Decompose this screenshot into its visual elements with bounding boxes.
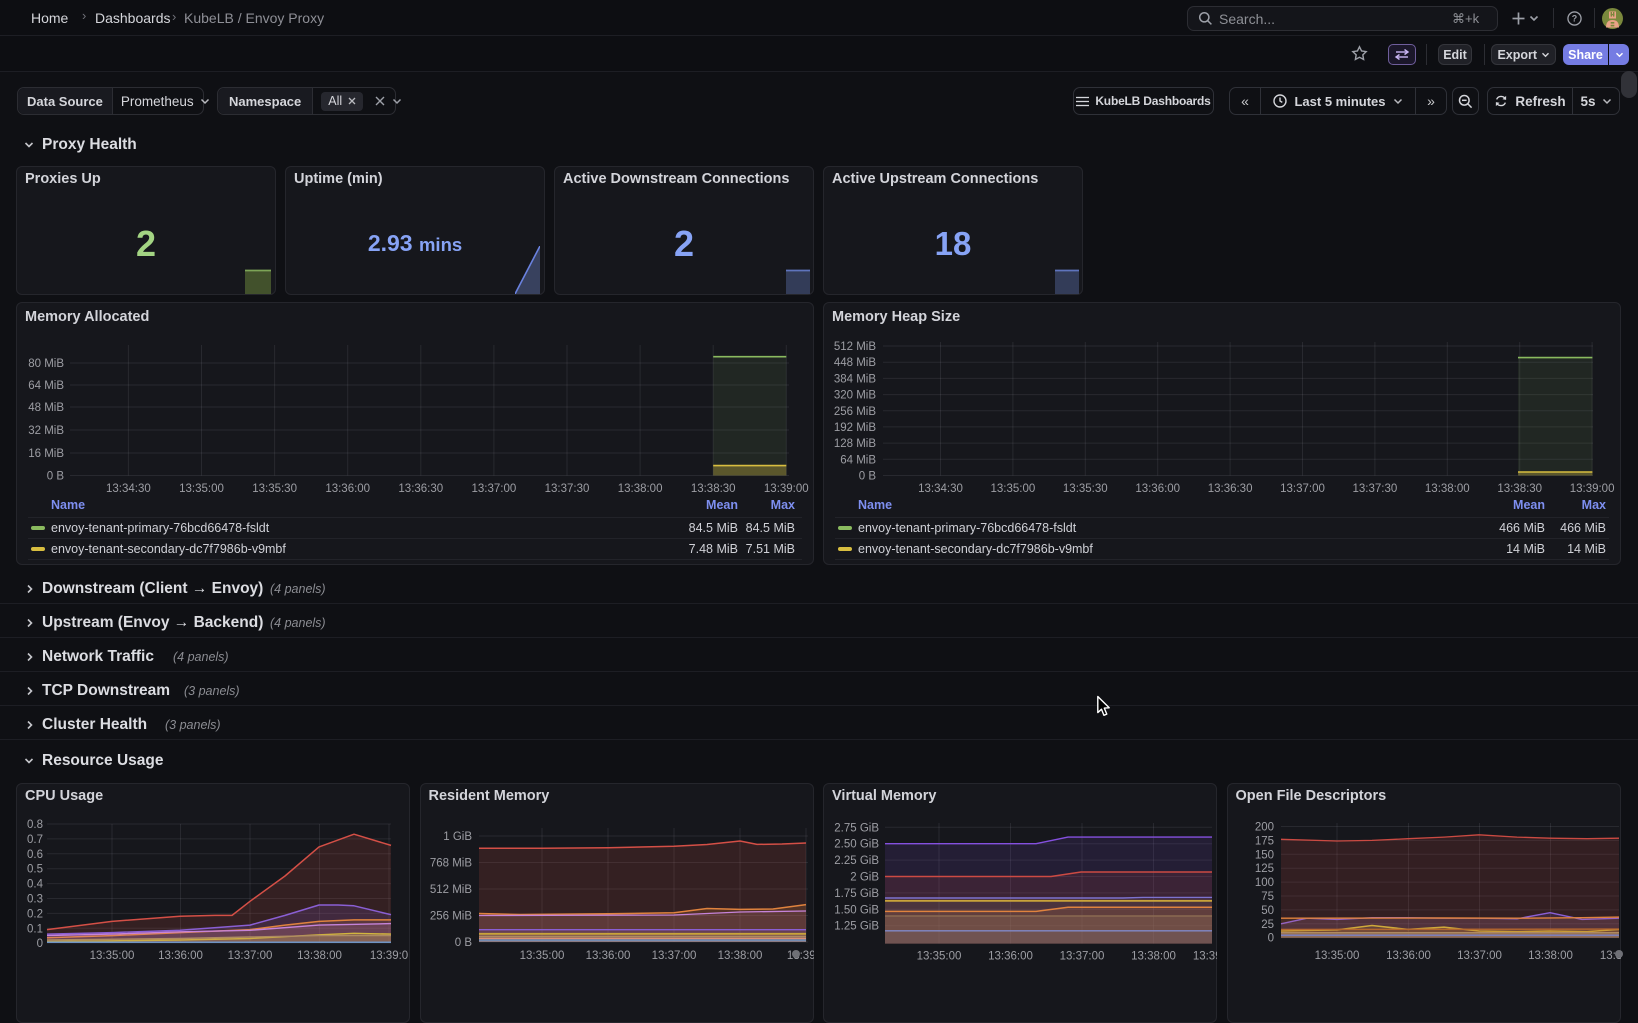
svg-text:0.6: 0.6 [27, 849, 43, 861]
svg-text:13:38:00: 13:38:00 [1528, 950, 1573, 962]
svg-text:320 MiB: 320 MiB [834, 390, 877, 402]
svg-text:13:38:00: 13:38:00 [618, 483, 663, 495]
svg-text:512 MiB: 512 MiB [834, 341, 877, 353]
svg-text:150: 150 [1254, 849, 1273, 861]
svg-text:0.8: 0.8 [27, 819, 43, 831]
svg-text:13:38:00: 13:38:00 [717, 950, 762, 962]
svg-text:16 MiB: 16 MiB [28, 448, 64, 460]
svg-text:13:37:00: 13:37:00 [1280, 483, 1325, 495]
svg-text:1 GiB: 1 GiB [443, 831, 472, 843]
svg-text:0.4: 0.4 [27, 879, 44, 891]
svg-text:0.7: 0.7 [27, 834, 43, 846]
svg-text:13:36:30: 13:36:30 [1208, 483, 1253, 495]
svg-text:13:37:00: 13:37:00 [1457, 950, 1502, 962]
svg-text:192 MiB: 192 MiB [834, 422, 877, 434]
svg-text:13:37:00: 13:37:00 [472, 483, 517, 495]
svg-text:13:35:00: 13:35:00 [991, 483, 1036, 495]
svg-text:13:35:30: 13:35:30 [252, 483, 297, 495]
svg-text:13:38:30: 13:38:30 [691, 483, 736, 495]
svg-text:13:37:00: 13:37:00 [1060, 951, 1105, 963]
svg-text:13:36:00: 13:36:00 [158, 950, 203, 962]
svg-text:13:34:30: 13:34:30 [918, 483, 963, 495]
svg-text:0.2: 0.2 [27, 908, 43, 920]
svg-text:0 B: 0 B [47, 471, 65, 483]
svg-text:13:39:0: 13:39:0 [1193, 951, 1217, 963]
svg-text:1.50 GiB: 1.50 GiB [834, 904, 879, 916]
svg-text:13:37:30: 13:37:30 [1353, 483, 1398, 495]
svg-text:13:39:00: 13:39:00 [1570, 483, 1615, 495]
svg-text:0.5: 0.5 [27, 864, 43, 876]
svg-text:512 MiB: 512 MiB [429, 884, 472, 896]
svg-text:0: 0 [1267, 933, 1273, 945]
svg-text:256 MiB: 256 MiB [834, 406, 877, 418]
svg-text:0 B: 0 B [859, 471, 877, 483]
svg-text:13:35:00: 13:35:00 [90, 950, 135, 962]
svg-text:25: 25 [1261, 919, 1274, 931]
svg-text:64 MiB: 64 MiB [28, 380, 64, 392]
svg-text:80 MiB: 80 MiB [28, 358, 64, 370]
svg-text:128 MiB: 128 MiB [834, 438, 877, 450]
svg-text:13:38:00: 13:38:00 [1425, 483, 1470, 495]
svg-text:13:35:30: 13:35:30 [1063, 483, 1108, 495]
svg-text:200: 200 [1254, 822, 1273, 834]
svg-text:13:37:30: 13:37:30 [545, 483, 590, 495]
svg-text:13:39:0: 13:39:0 [370, 950, 408, 962]
svg-text:13:38:00: 13:38:00 [297, 950, 342, 962]
svg-text:384 MiB: 384 MiB [834, 373, 877, 385]
svg-text:0.3: 0.3 [27, 894, 43, 906]
svg-text:13:35:00: 13:35:00 [519, 950, 564, 962]
svg-text:13:36:00: 13:36:00 [1386, 950, 1431, 962]
svg-text:1.75 GiB: 1.75 GiB [834, 888, 879, 900]
svg-text:768 MiB: 768 MiB [429, 858, 472, 870]
svg-text:100: 100 [1254, 877, 1273, 889]
svg-text:48 MiB: 48 MiB [28, 402, 64, 414]
svg-text:256 MiB: 256 MiB [429, 911, 472, 923]
svg-text:13:38:00: 13:38:00 [1131, 951, 1176, 963]
svg-text:13:36:30: 13:36:30 [398, 483, 443, 495]
svg-text:13:39:0: 13:39:0 [786, 950, 813, 962]
svg-text:50: 50 [1261, 905, 1274, 917]
svg-text:13:35:00: 13:35:00 [179, 483, 224, 495]
svg-text:2 GiB: 2 GiB [850, 872, 879, 884]
svg-text:13:36:00: 13:36:00 [1135, 483, 1180, 495]
svg-text:125: 125 [1254, 863, 1273, 875]
svg-text:448 MiB: 448 MiB [834, 357, 877, 369]
svg-text:?: ? [1572, 14, 1577, 24]
svg-text:1.25 GiB: 1.25 GiB [834, 921, 879, 933]
svg-text:13:36:00: 13:36:00 [585, 950, 630, 962]
svg-text:75: 75 [1261, 891, 1274, 903]
svg-text:2.25 GiB: 2.25 GiB [834, 855, 879, 867]
svg-text:64 MiB: 64 MiB [840, 454, 876, 466]
svg-text:13:36:00: 13:36:00 [988, 951, 1033, 963]
svg-text:2.50 GiB: 2.50 GiB [834, 839, 879, 851]
svg-text:13:34:30: 13:34:30 [106, 483, 151, 495]
svg-text:13:35:00: 13:35:00 [917, 951, 962, 963]
svg-text:0 B: 0 B [454, 937, 472, 949]
svg-text:2.75 GiB: 2.75 GiB [834, 822, 879, 834]
svg-text:13:36:00: 13:36:00 [325, 483, 370, 495]
svg-text:13:37:00: 13:37:00 [651, 950, 696, 962]
svg-text:13:38:30: 13:38:30 [1497, 483, 1542, 495]
svg-text:0.1: 0.1 [27, 923, 43, 935]
svg-text:0: 0 [37, 938, 43, 950]
svg-text:13:35:00: 13:35:00 [1314, 950, 1359, 962]
svg-text:32 MiB: 32 MiB [28, 425, 64, 437]
svg-text:13:37:00: 13:37:00 [228, 950, 273, 962]
svg-text:13:39:00: 13:39:00 [764, 483, 809, 495]
svg-text:175: 175 [1254, 835, 1273, 847]
